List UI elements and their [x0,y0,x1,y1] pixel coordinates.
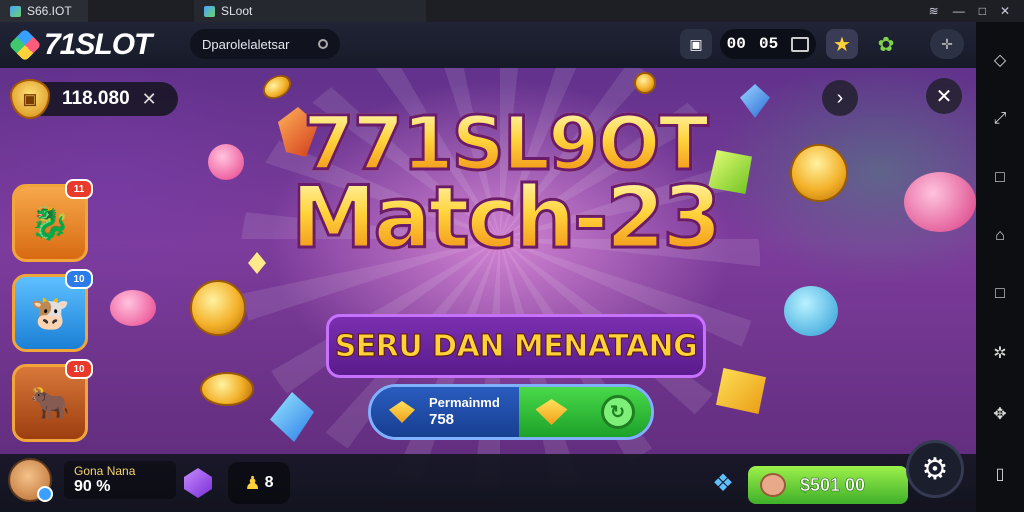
gold-gem-icon [389,401,415,423]
close-window-button[interactable]: ✕ [1000,4,1010,18]
close-icon: ✕ [935,85,953,108]
cash-button[interactable]: $501 00 [748,466,908,504]
coin-decoration [258,70,296,104]
favorite-button[interactable]: ★ [826,29,858,59]
gear-icon: ⚙ [921,452,949,486]
maximize-button[interactable]: □ [979,4,986,18]
chevron-right-icon: › [836,86,844,109]
play-info: Permainmd 758 [371,387,519,437]
window-controls: ≋ — □ ✕ [929,0,1010,22]
timer-display: 00 05 [720,29,816,59]
coin-decoration [634,72,656,94]
card-badge: 11 [65,179,93,199]
game-header: 71SLOT Dparolelaletsar ▣ 00 05 ★ ✿ ✛ [0,22,976,68]
gem-decoration [716,368,766,414]
balance-pill: ▣ 118.080 ✕ [10,79,178,119]
square-icon[interactable]: □ [995,169,1005,187]
spin-icon: ↻ [600,395,635,429]
gallery-icon: ▣ [689,35,703,52]
game-viewport: 71SLOT Dparolelaletsar ▣ 00 05 ★ ✿ ✛ ▣ 1… [0,22,976,512]
candy-decoration [110,290,156,326]
play-bar: Permainmd 758 ↻ [368,384,654,440]
play-info-text: Permainmd 758 [429,394,500,428]
title-line-2: Match-23 [270,174,740,263]
search-icon [318,39,328,49]
avatar-status-icon [37,486,53,502]
close-banner-button[interactable]: ✕ [926,78,962,114]
reward-button[interactable]: ✿ [870,29,902,59]
player-name: Gona Nana [74,464,136,478]
pet-button[interactable]: ❖ [706,462,740,504]
search-text: Dparolelaletsar [202,36,290,52]
play-button[interactable]: ↻ [519,387,651,437]
bottom-bar: Gona Nana 90 % ♟ 8 ❖ $501 00 [0,454,976,512]
app-icon [10,5,21,17]
coin-decoration [781,135,857,211]
player-profile[interactable]: Gona Nana 90 % [8,458,176,502]
window-titlebar: S66.IOT SLoot ≋ — □ ✕ [0,0,1024,22]
puzzle-icon[interactable]: ✥ [993,404,1006,424]
emulator-sidebar: ◇ ⤢ □ ⌂ □ ✲ ✥ ▯ [976,22,1024,512]
coin-decoration [190,280,246,336]
app-icon [204,5,215,17]
fullscreen-icon[interactable] [791,36,810,52]
expand-icon[interactable]: ⤢ [994,110,1007,128]
balance-close-button[interactable]: ✕ [142,89,157,110]
timer-hours: 00 [726,35,746,53]
character-card-3[interactable]: 🐂 10 [12,359,93,442]
title-subtitle: SERU DAN MENATANG [326,314,706,378]
balance-value: 118.080 [62,88,130,109]
star-icon: ★ [833,33,851,56]
minimize-button[interactable]: — [953,4,965,18]
vip-shield-icon: ▣ [10,79,50,119]
game-title: 771SL9OT Match-23 [270,106,740,263]
device-icon[interactable]: ▯ [996,464,1005,484]
purple-gem-icon [184,468,212,498]
bag-icon: ♟ [244,472,261,493]
home-icon[interactable]: ⌂ [995,227,1005,245]
card-badge: 10 [65,359,93,379]
settings-button[interactable]: ⚙ [906,440,964,498]
gem-shop-button[interactable] [180,462,216,504]
coin-decoration [200,372,254,406]
bag-count: 8 [264,474,274,491]
player-score: 90 % [74,478,111,495]
search-field[interactable]: Dparolelaletsar [190,29,340,59]
gem-decoration [740,84,770,118]
wifi-icon: ≋ [928,4,939,18]
piggy-bank-icon [760,473,786,497]
candy-decoration [208,144,244,180]
logo-cube-icon [8,28,42,62]
play-count: 758 [429,410,455,428]
window-tab-1[interactable]: S66.IOT [0,0,88,22]
square-icon[interactable]: □ [995,285,1005,303]
settings-icon[interactable]: ✲ [993,343,1006,363]
brand-logo: 71SLOT [8,28,152,62]
reward-character-icon: ✿ [877,33,895,56]
candy-decoration [784,286,838,336]
window-tab-label: S66.IOT [27,4,72,18]
candy-decoration [904,172,976,232]
play-label: Permainmd [429,394,500,410]
player-info: Gona Nana 90 % [64,461,176,499]
gold-gem-icon [535,399,568,425]
character-card-1[interactable]: 🐉 11 [12,179,93,262]
window-tab-2[interactable]: SLoot [194,0,426,22]
gamepad-icon: ✛ [941,35,953,52]
pet-icon: ❖ [712,469,734,497]
gamepad-button[interactable]: ✛ [930,29,964,59]
timer-minutes: 05 [758,35,779,53]
bag-button[interactable]: ♟ 8 [228,462,290,504]
card-badge: 10 [65,269,93,289]
character-card-2[interactable]: 🐮 10 [12,269,93,352]
avatar [8,458,53,502]
window-tab-label: SLoot [221,4,253,18]
gallery-button[interactable]: ▣ [680,29,712,59]
logo-text: 71SLOT [44,28,152,61]
cash-amount: $501 00 [800,474,866,495]
next-button[interactable]: › [822,80,858,116]
diamond-icon[interactable]: ◇ [994,50,1006,70]
